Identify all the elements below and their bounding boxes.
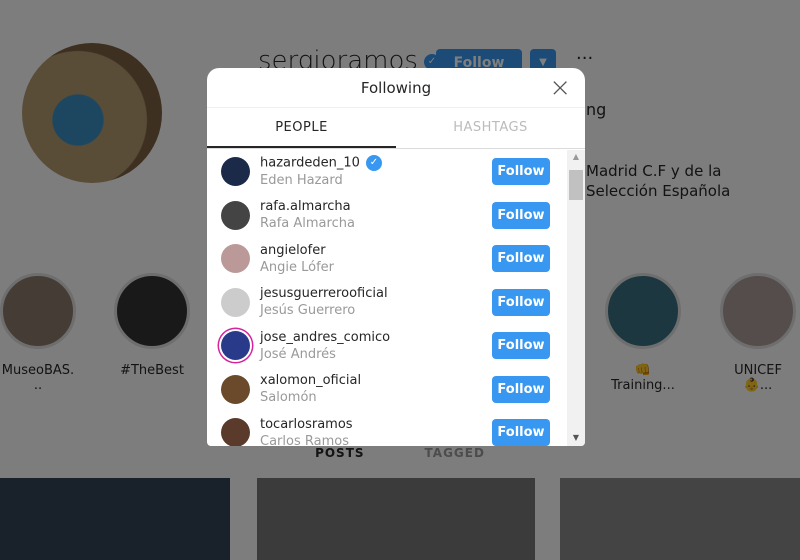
user-avatar[interactable] xyxy=(221,331,250,361)
user-avatar[interactable] xyxy=(221,157,250,187)
following-dialog: Following × PEOPLE HASHTAGS hazardeden_1… xyxy=(207,68,585,446)
username-link[interactable]: jose_andres_comico xyxy=(260,330,390,345)
list-item: jesusguerrerooficial Jesús Guerrero Foll… xyxy=(207,281,567,325)
dialog-header: Following × xyxy=(207,68,585,108)
close-icon[interactable]: × xyxy=(549,68,571,108)
username-link[interactable]: tocarlosramos xyxy=(260,417,353,432)
list-item: hazardeden_10 ✓ Eden Hazard Follow xyxy=(207,150,567,194)
list-item: rafa.almarcha Rafa Almarcha Follow xyxy=(207,194,567,238)
scrollbar-thumb[interactable] xyxy=(569,170,583,200)
username-link[interactable]: hazardeden_10 xyxy=(260,156,360,171)
follow-button[interactable]: Follow xyxy=(492,375,550,403)
username-link[interactable]: xalomon_oficial xyxy=(260,373,361,388)
user-avatar[interactable] xyxy=(221,287,250,317)
list-item: jose_andres_comico José Andrés Follow xyxy=(207,324,567,368)
follow-button[interactable]: Follow xyxy=(492,245,550,273)
username-link[interactable]: jesusguerrerooficial xyxy=(260,286,388,301)
username-link[interactable]: angielofer xyxy=(260,243,326,258)
tab-people[interactable]: PEOPLE xyxy=(207,108,396,148)
follow-button[interactable]: Follow xyxy=(492,288,550,316)
follow-button[interactable]: Follow xyxy=(492,201,550,229)
follow-button[interactable]: Follow xyxy=(492,419,550,446)
verified-icon: ✓ xyxy=(365,155,382,172)
tab-hashtags[interactable]: HASHTAGS xyxy=(396,108,585,148)
user-avatar[interactable] xyxy=(221,200,250,230)
dialog-tabs: PEOPLE HASHTAGS xyxy=(207,108,585,149)
user-avatar[interactable] xyxy=(221,418,250,446)
follow-button[interactable]: Follow xyxy=(492,158,550,186)
list-item: xalomon_oficial Salomón Follow xyxy=(207,368,567,412)
scroll-up-icon[interactable]: ▲ xyxy=(567,152,585,161)
following-list: hazardeden_10 ✓ Eden Hazard Follow rafa.a… xyxy=(207,150,567,446)
scroll-down-icon[interactable]: ▼ xyxy=(567,433,585,442)
scrollbar[interactable]: ▲ ▼ xyxy=(567,150,585,446)
list-item: angielofer Angie Lófer Follow xyxy=(207,237,567,281)
list-item: tocarlosramos Carlos Ramos Follow xyxy=(207,411,567,446)
dialog-title: Following xyxy=(360,79,432,97)
follow-button[interactable]: Follow xyxy=(492,332,550,360)
username-link[interactable]: rafa.almarcha xyxy=(260,199,351,214)
user-avatar[interactable] xyxy=(221,244,250,274)
user-avatar[interactable] xyxy=(221,374,250,404)
